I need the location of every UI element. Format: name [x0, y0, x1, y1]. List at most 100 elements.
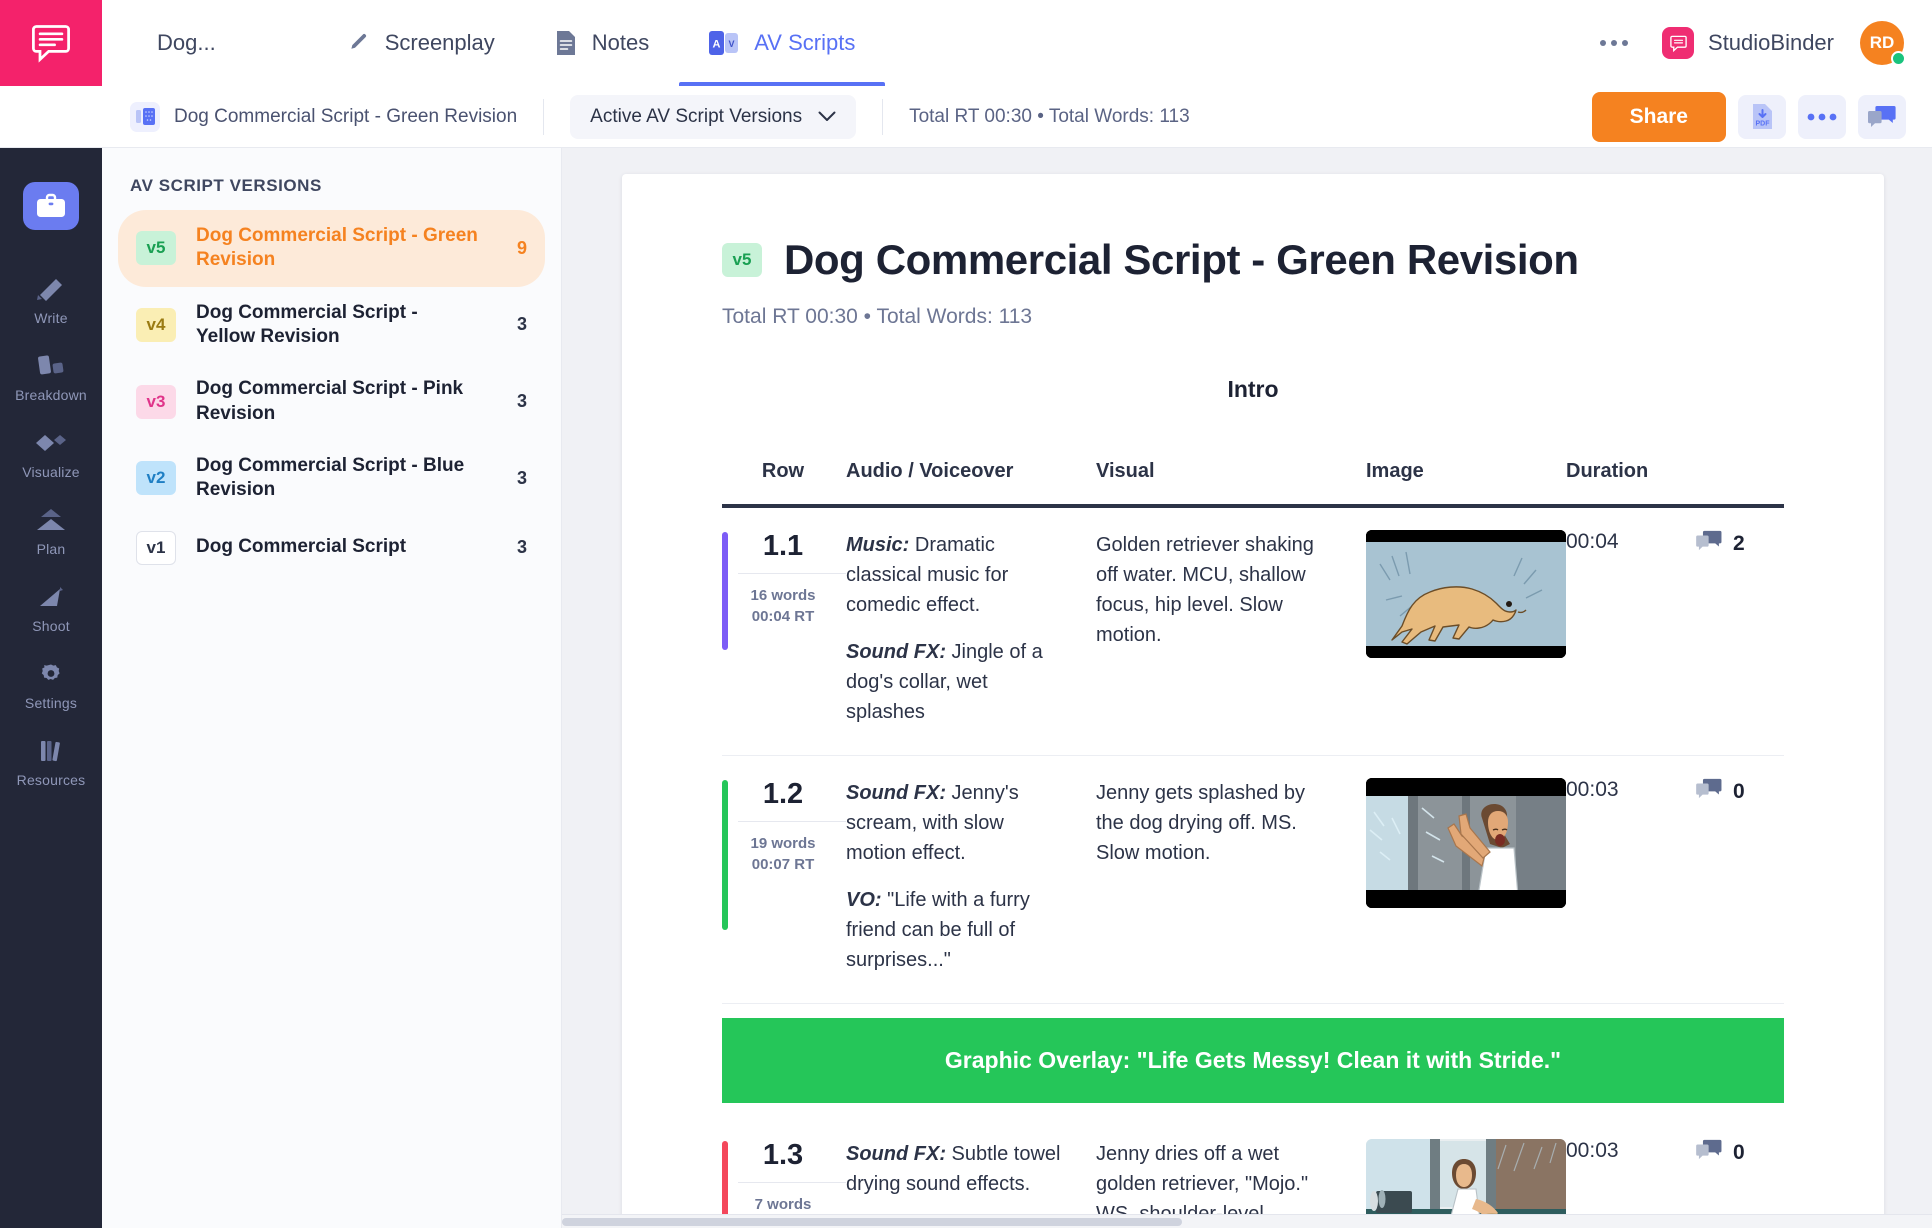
tab-screenplay[interactable]: Screenplay [316, 0, 525, 86]
document-toolbar: Dog Commercial Script - Green Revision A… [0, 86, 1932, 148]
row-visual-cell[interactable]: Jenny dries off a wet golden retriever, … [1096, 1117, 1366, 1228]
row-accent-bar [722, 532, 728, 650]
comment-count: 0 [1733, 1140, 1745, 1164]
row-visual-cell[interactable]: Golden retriever shaking off water. MCU,… [1096, 508, 1366, 756]
row-runtime: 00:04 RT [751, 607, 815, 625]
version-item-v4[interactable]: v4 Dog Commercial Script - Yellow Revisi… [118, 287, 545, 364]
th-image: Image [1366, 460, 1424, 482]
storyboard-thumbnail[interactable] [1366, 530, 1566, 658]
av-script-sheet: v5 Dog Commercial Script - Green Revisio… [622, 174, 1884, 1228]
row-comments-cell[interactable]: 0 [1696, 755, 1784, 1004]
table-row[interactable]: 1.1 16 words 00:04 RT Music: Dramatic cl… [722, 508, 1784, 756]
av-versions-dropdown-label: Active AV Script Versions [590, 105, 803, 127]
brand-logo-icon [1662, 27, 1695, 59]
row-duration: 00:03 [1566, 778, 1619, 801]
row-audio-cell[interactable]: Sound FX: Subtle towel drying sound effe… [846, 1117, 1096, 1228]
brand-block[interactable]: StudioBinder [1662, 27, 1834, 59]
th-duration: Duration [1566, 460, 1649, 482]
audio-line: Sound FX: Subtle towel drying sound effe… [846, 1139, 1066, 1199]
row-image-cell[interactable] [1366, 1117, 1566, 1228]
sidebar-item-project[interactable] [23, 182, 79, 230]
av-script-doc-icon [130, 101, 160, 132]
toolbar-more-icon[interactable] [1798, 94, 1846, 139]
sidebar-item-resources[interactable]: Resources [13, 726, 89, 797]
th-comments [1696, 460, 1784, 504]
table-row[interactable]: 1.2 19 words 00:07 RT Sound FX: Jenny's … [722, 755, 1784, 1004]
row-number-cell: 1.2 19 words 00:07 RT [738, 755, 846, 1004]
row-number-cell: 1.3 7 words 00:10 RT [738, 1117, 846, 1228]
table-header: Row Audio / Voiceover Visual Image Durat… [722, 460, 1784, 508]
audio-line: VO: "Life with a furry friend can be ful… [846, 885, 1066, 975]
graphic-overlay-row[interactable]: Graphic Overlay: "Life Gets Messy! Clean… [722, 1004, 1784, 1103]
av-versions-dropdown[interactable]: Active AV Script Versions [570, 94, 857, 139]
row-stats: 16 words 00:04 RT [738, 573, 846, 627]
row-duration-cell: 00:03 [1566, 1117, 1696, 1228]
document-title-chip[interactable]: Dog Commercial Script - Green Revision [130, 101, 543, 132]
sidebar-item-visualize[interactable]: Visualize [13, 418, 89, 489]
version-comment-count: 3 [516, 314, 527, 335]
row-image-cell[interactable] [1366, 755, 1566, 1004]
sidebar-item-breakdown[interactable]: Breakdown [13, 341, 89, 412]
sidebar-item-write-label: Write [34, 310, 68, 326]
sidebar-item-visualize-label: Visualize [22, 464, 80, 480]
audio-label: Sound FX: [846, 641, 946, 663]
sheet-header: v5 Dog Commercial Script - Green Revisio… [722, 236, 1784, 284]
row-word-count: 19 words [750, 835, 816, 852]
sidebar-item-settings[interactable]: Settings [13, 649, 89, 720]
tab-av-scripts[interactable]: A V AV Scripts [679, 0, 886, 86]
top-header: Dog... Screenplay Notes A V AV Scripts S… [0, 0, 1932, 86]
app-root: Dog... Screenplay Notes A V AV Scripts S… [0, 0, 1932, 1228]
version-badge: v2 [136, 461, 176, 496]
tab-document-name[interactable]: Dog... [157, 0, 316, 86]
tab-document-name-label: Dog... [157, 30, 216, 55]
scrollbar-thumb[interactable] [562, 1218, 1182, 1226]
sidebar-item-shoot[interactable]: Shoot [13, 572, 89, 643]
document-icon [555, 30, 577, 56]
table-body: 1.1 16 words 00:04 RT Music: Dramatic cl… [722, 508, 1784, 1228]
sidebar-item-write[interactable]: Write [13, 264, 89, 335]
row-comments-cell[interactable]: 0 [1696, 1117, 1784, 1228]
brand-name-label: StudioBinder [1708, 30, 1834, 55]
row-audio-cell[interactable]: Music: Dramatic classical music for come… [846, 508, 1096, 756]
comment-icon [1696, 530, 1722, 557]
row-audio-cell[interactable]: Sound FX: Jenny's scream, with slow moti… [846, 755, 1096, 1004]
share-button[interactable]: Share [1591, 91, 1726, 142]
sidebar-item-shoot-label: Shoot [32, 618, 70, 634]
comments-panel-icon[interactable] [1858, 94, 1906, 139]
avatar[interactable]: RD [1860, 21, 1906, 66]
versions-panel-heading: AV SCRIPT VERSIONS [130, 176, 322, 195]
version-item-v5[interactable]: v5 Dog Commercial Script - Green Revisio… [118, 210, 545, 287]
header-more-icon[interactable] [1592, 32, 1636, 54]
audio-line: Sound FX: Jingle of a dog's collar, wet … [846, 637, 1066, 727]
row-number: 1.1 [762, 530, 804, 562]
header-right-actions: StudioBinder RD [1592, 0, 1932, 86]
svg-text:PDF: PDF [1755, 121, 1770, 128]
download-pdf-icon[interactable]: PDF [1738, 94, 1786, 139]
version-title: Dog Commercial Script - Pink Revision [196, 378, 464, 424]
version-item-v2[interactable]: v2 Dog Commercial Script - Blue Revision… [118, 440, 545, 517]
row-image-cell[interactable] [1366, 508, 1566, 756]
version-title: Dog Commercial Script - Yellow Revision [196, 301, 418, 347]
version-item-v1[interactable]: v1 Dog Commercial Script 3 [118, 517, 545, 579]
tab-notes[interactable]: Notes [525, 0, 679, 86]
main-tabs: Dog... Screenplay Notes A V AV Scripts [102, 0, 886, 86]
sheet-runtime-meta: Total RT 00:30 • Total Words: 113 [722, 305, 1033, 328]
studiobinder-logo[interactable] [0, 0, 102, 86]
storyboard-thumbnail[interactable] [1366, 778, 1566, 908]
audio-label: Sound FX: [846, 782, 946, 804]
audio-line: Music: Dramatic classical music for come… [846, 530, 1066, 620]
version-title: Dog Commercial Script - Green Revision [196, 225, 478, 271]
table-row[interactable]: 1.3 7 words 00:10 RT Sound FX: Subtle to… [722, 1117, 1784, 1228]
version-item-v3[interactable]: v3 Dog Commercial Script - Pink Revision… [118, 363, 545, 440]
audio-line: Sound FX: Jenny's scream, with slow moti… [846, 778, 1066, 868]
horizontal-scrollbar[interactable] [562, 1214, 1932, 1228]
av-script-versions-panel: AV SCRIPT VERSIONS v5 Dog Commercial Scr… [102, 148, 562, 1228]
row-visual-cell[interactable]: Jenny gets splashed by the dog drying of… [1096, 755, 1366, 1004]
th-accent [722, 460, 738, 504]
row-comments-cell[interactable]: 2 [1696, 508, 1784, 756]
row-number: 1.3 [762, 1139, 804, 1171]
sidebar-item-plan[interactable]: Plan [13, 495, 89, 566]
audio-label: Sound FX: [846, 1143, 946, 1165]
graphic-overlay-banner: Graphic Overlay: "Life Gets Messy! Clean… [722, 1018, 1784, 1103]
row-duration-cell: 00:03 [1566, 755, 1696, 1004]
